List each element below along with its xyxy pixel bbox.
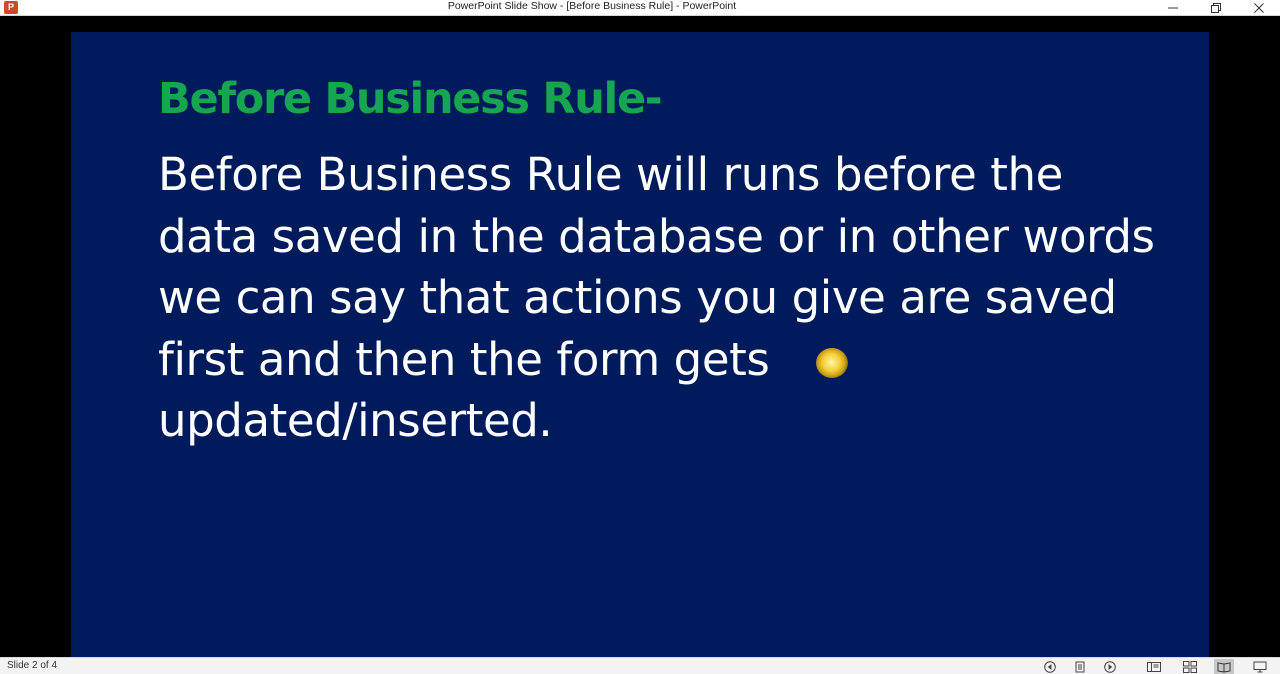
slide-counter: Slide 2 of 4 bbox=[7, 660, 58, 671]
slide-sorter-button[interactable] bbox=[1182, 659, 1198, 674]
previous-slide-button[interactable] bbox=[1042, 659, 1058, 674]
slide-menu-button[interactable] bbox=[1072, 659, 1088, 674]
slide-heading: Before Business Rule- bbox=[158, 74, 663, 124]
restore-button[interactable] bbox=[1196, 0, 1236, 16]
status-bar: Slide 2 of 4 bbox=[0, 657, 1280, 674]
window-title: PowerPoint Slide Show - [Before Business… bbox=[447, 0, 737, 12]
laser-pointer-icon bbox=[816, 348, 848, 378]
close-button[interactable] bbox=[1239, 0, 1279, 16]
previous-slide-icon bbox=[1044, 660, 1056, 673]
slide[interactable]: Before Business Rule- Before Business Ru… bbox=[71, 32, 1209, 673]
reading-view-button[interactable] bbox=[1214, 659, 1234, 674]
normal-view-icon bbox=[1147, 661, 1161, 672]
title-bar: P PowerPoint Slide Show - [Before Busine… bbox=[0, 0, 1280, 16]
restore-icon bbox=[1211, 3, 1221, 13]
slide-show-stage[interactable]: Before Business Rule- Before Business Ru… bbox=[0, 16, 1280, 673]
slide-body-text: Before Business Rule will runs before th… bbox=[158, 148, 1155, 447]
normal-view-button[interactable] bbox=[1146, 659, 1162, 674]
next-slide-button[interactable] bbox=[1102, 659, 1118, 674]
next-slide-icon bbox=[1104, 660, 1116, 673]
close-icon bbox=[1254, 3, 1264, 13]
reading-view-icon bbox=[1217, 661, 1231, 673]
slide-show-icon bbox=[1253, 661, 1267, 672]
minimize-button[interactable] bbox=[1153, 0, 1193, 16]
slide-sorter-icon bbox=[1183, 660, 1197, 673]
slide-menu-icon bbox=[1075, 661, 1085, 672]
minimize-icon bbox=[1168, 7, 1178, 9]
slide-show-button[interactable] bbox=[1252, 659, 1268, 674]
